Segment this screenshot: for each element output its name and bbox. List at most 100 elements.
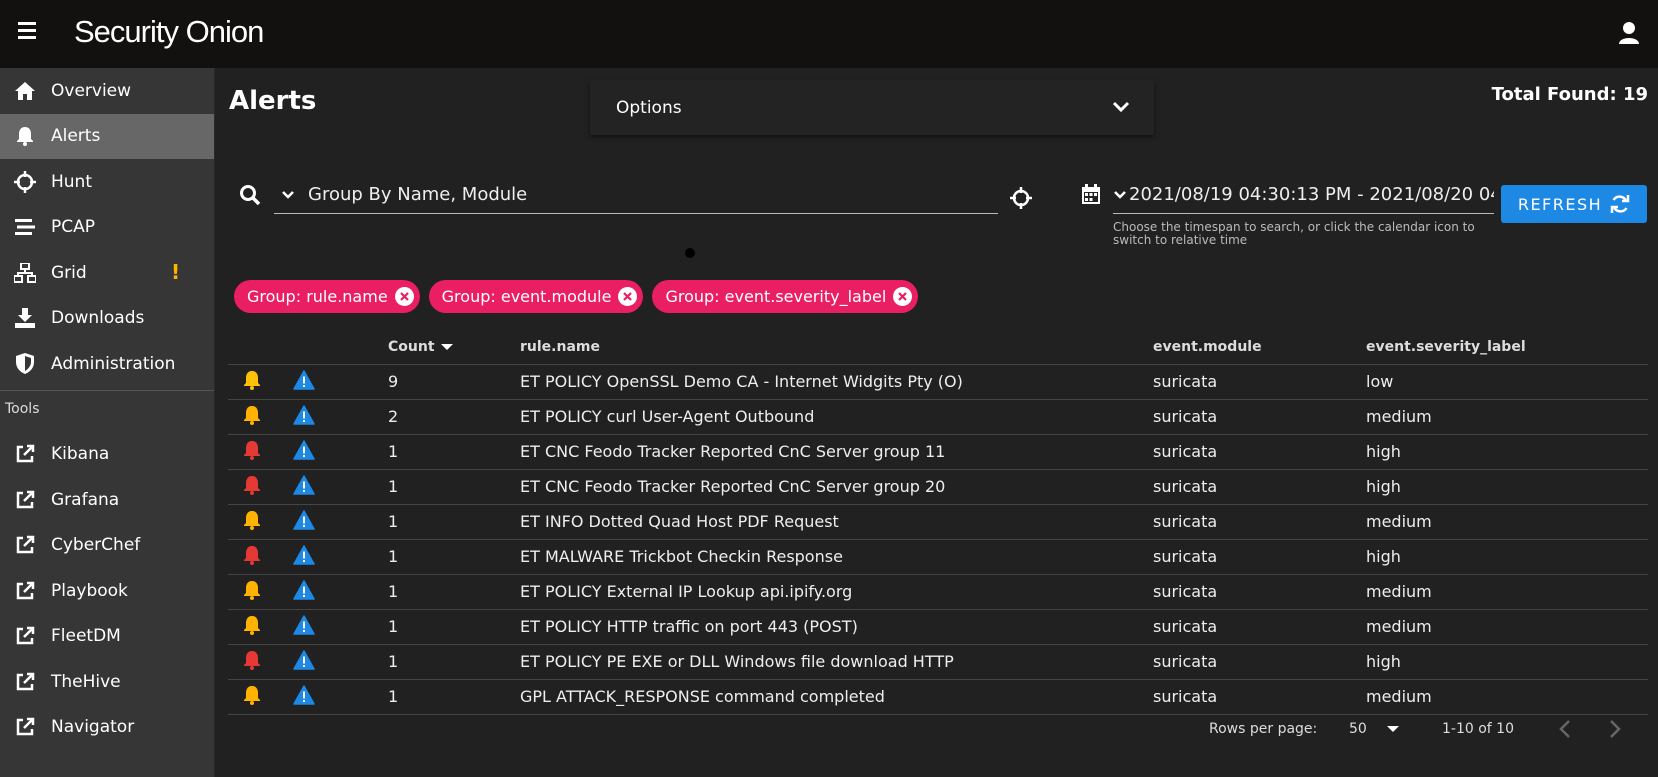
query-input[interactable]: Group By Name, Module: [274, 176, 998, 214]
sidebar-item-overview[interactable]: Overview: [0, 68, 214, 114]
header-count[interactable]: Count: [388, 331, 520, 365]
sidebar-tool-thehive[interactable]: TheHive: [0, 659, 214, 705]
header-event-module[interactable]: event.module: [1153, 331, 1366, 365]
bell-icon[interactable]: [243, 370, 261, 394]
sidebar-item-pcap[interactable]: PCAP: [0, 205, 214, 251]
close-icon[interactable]: [618, 287, 638, 306]
bell-icon[interactable]: [243, 580, 261, 604]
event-module-cell[interactable]: suricata: [1153, 609, 1366, 645]
severity-cell[interactable]: low: [1366, 364, 1648, 400]
menu-icon[interactable]: [16, 22, 38, 44]
count-cell[interactable]: 1: [388, 609, 520, 645]
table-row[interactable]: 1 ET POLICY PE EXE or DLL Windows file do…: [228, 644, 1648, 680]
bell-icon[interactable]: [243, 545, 261, 569]
rule-name-cell[interactable]: ET POLICY OpenSSL Demo CA - Internet Wid…: [520, 364, 1153, 400]
bell-icon[interactable]: [243, 440, 261, 464]
severity-cell[interactable]: high: [1366, 434, 1648, 470]
group-chip[interactable]: Group: event.module: [428, 280, 644, 313]
bell-icon[interactable]: [243, 405, 261, 429]
escalate-icon[interactable]: [293, 544, 315, 569]
table-row[interactable]: 1 ET POLICY HTTP traffic on port 443 (POS…: [228, 609, 1648, 645]
severity-cell[interactable]: medium: [1366, 504, 1648, 540]
bell-icon[interactable]: [243, 510, 261, 534]
count-cell[interactable]: 1: [388, 539, 520, 575]
date-range-dropdown[interactable]: [1113, 190, 1127, 200]
table-row[interactable]: 1 ET INFO Dotted Quad Host PDF Request sur…: [228, 504, 1648, 540]
event-module-cell[interactable]: suricata: [1153, 399, 1366, 435]
count-cell[interactable]: 9: [388, 364, 520, 400]
bell-icon[interactable]: [243, 685, 261, 709]
severity-cell[interactable]: medium: [1366, 609, 1648, 645]
sidebar-item-hunt[interactable]: Hunt: [0, 159, 214, 205]
escalate-icon[interactable]: [293, 474, 315, 499]
escalate-icon[interactable]: [293, 579, 315, 604]
severity-cell[interactable]: high: [1366, 469, 1648, 505]
severity-cell[interactable]: medium: [1366, 679, 1648, 715]
sidebar-tool-kibana[interactable]: Kibana: [0, 432, 214, 478]
app-logo[interactable]: Security Onion: [74, 14, 264, 50]
count-cell[interactable]: 1: [388, 574, 520, 610]
sidebar-tool-fleetdm[interactable]: FleetDM: [0, 614, 214, 660]
rule-name-cell[interactable]: ET CNC Feodo Tracker Reported CnC Server…: [520, 469, 1153, 505]
search-icon[interactable]: [239, 184, 261, 206]
severity-cell[interactable]: high: [1366, 644, 1648, 680]
table-row[interactable]: 1 ET MALWARE Trickbot Checkin Response sur…: [228, 539, 1648, 575]
sidebar-item-administration[interactable]: Administration: [0, 341, 214, 387]
date-range-input[interactable]: 2021/08/19 04:30:13 PM - 2021/08/20 04:3…: [1113, 176, 1494, 214]
rule-name-cell[interactable]: ET INFO Dotted Quad Host PDF Request: [520, 504, 1153, 540]
chevron-right-icon[interactable]: [1608, 719, 1622, 739]
event-module-cell[interactable]: suricata: [1153, 539, 1366, 575]
calendar-icon[interactable]: [1082, 184, 1100, 204]
event-module-cell[interactable]: suricata: [1153, 504, 1366, 540]
escalate-icon[interactable]: [293, 684, 315, 709]
severity-cell[interactable]: medium: [1366, 399, 1648, 435]
sidebar-tool-cyberchef[interactable]: CyberChef: [0, 523, 214, 569]
close-icon[interactable]: [394, 287, 414, 306]
table-row[interactable]: 1 ET POLICY External IP Lookup api.ipify.…: [228, 574, 1648, 610]
escalate-icon[interactable]: [293, 369, 315, 394]
count-cell[interactable]: 1: [388, 679, 520, 715]
escalate-icon[interactable]: [293, 404, 315, 429]
sidebar-tool-playbook[interactable]: Playbook: [0, 568, 214, 614]
count-cell[interactable]: 1: [388, 644, 520, 680]
event-module-cell[interactable]: suricata: [1153, 434, 1366, 470]
crosshairs-icon[interactable]: [1010, 187, 1032, 209]
table-row[interactable]: 9 ET POLICY OpenSSL Demo CA - Internet Wi…: [228, 364, 1648, 400]
rule-name-cell[interactable]: ET POLICY curl User-Agent Outbound: [520, 399, 1153, 435]
escalate-icon[interactable]: [293, 509, 315, 534]
rows-per-page-select[interactable]: 50: [1349, 721, 1419, 737]
group-chip[interactable]: Group: event.severity_label: [652, 280, 919, 313]
severity-cell[interactable]: high: [1366, 539, 1648, 575]
group-chip[interactable]: Group: rule.name: [234, 280, 420, 313]
escalate-icon[interactable]: [293, 614, 315, 639]
escalate-icon[interactable]: [293, 439, 315, 464]
rule-name-cell[interactable]: ET CNC Feodo Tracker Reported CnC Server…: [520, 434, 1153, 470]
close-icon[interactable]: [893, 287, 913, 306]
rule-name-cell[interactable]: ET POLICY External IP Lookup api.ipify.o…: [520, 574, 1153, 610]
event-module-cell[interactable]: suricata: [1153, 644, 1366, 680]
rule-name-cell[interactable]: ET POLICY PE EXE or DLL Windows file dow…: [520, 644, 1153, 680]
bell-icon[interactable]: [243, 615, 261, 639]
bell-icon[interactable]: [243, 650, 261, 674]
table-row[interactable]: 2 ET POLICY curl User-Agent Outbound suric…: [228, 399, 1648, 435]
count-cell[interactable]: 1: [388, 469, 520, 505]
count-cell[interactable]: 1: [388, 434, 520, 470]
event-module-cell[interactable]: suricata: [1153, 469, 1366, 505]
bell-icon[interactable]: [243, 475, 261, 499]
count-cell[interactable]: 2: [388, 399, 520, 435]
table-row[interactable]: 1 ET CNC Feodo Tracker Reported CnC Serve…: [228, 469, 1648, 505]
escalate-icon[interactable]: [293, 649, 315, 674]
sidebar-tool-navigator[interactable]: Navigator: [0, 705, 214, 751]
sidebar-item-downloads[interactable]: Downloads: [0, 296, 214, 342]
rule-name-cell[interactable]: GPL ATTACK_RESPONSE command completed: [520, 679, 1153, 715]
event-module-cell[interactable]: suricata: [1153, 679, 1366, 715]
table-row[interactable]: 1 GPL ATTACK_RESPONSE command completed su…: [228, 679, 1648, 715]
refresh-button[interactable]: REFRESH: [1501, 185, 1647, 223]
query-dropdown[interactable]: [274, 190, 302, 200]
header-severity[interactable]: event.severity_label: [1366, 331, 1648, 365]
sidebar-item-grid[interactable]: Grid !: [0, 250, 214, 296]
event-module-cell[interactable]: suricata: [1153, 364, 1366, 400]
count-cell[interactable]: 1: [388, 504, 520, 540]
options-expander[interactable]: Options: [590, 80, 1154, 135]
sidebar-item-alerts[interactable]: Alerts: [0, 113, 214, 159]
